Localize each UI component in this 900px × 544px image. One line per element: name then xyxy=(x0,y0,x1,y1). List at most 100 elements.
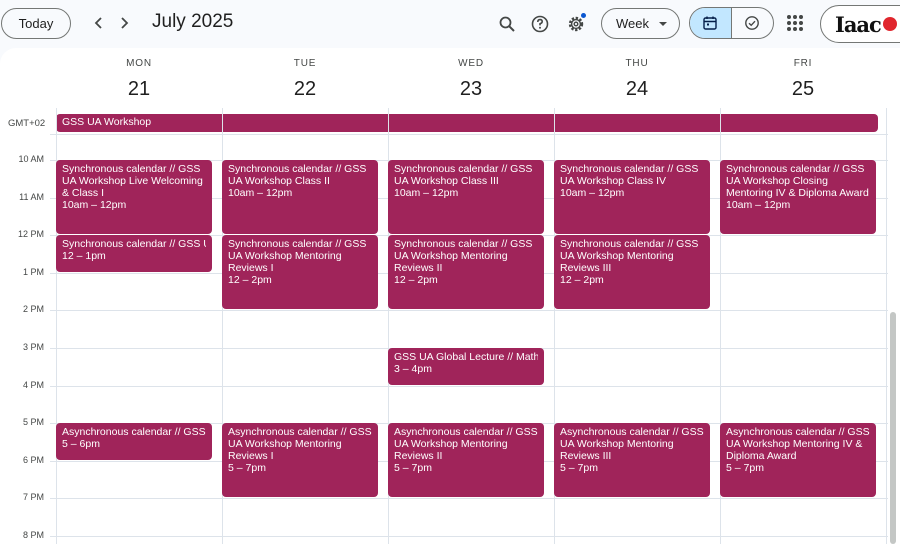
event-time: 10am – 12pm xyxy=(62,199,127,211)
view-select-label: Week xyxy=(616,16,649,31)
hour-label: 12 PM xyxy=(17,229,44,240)
event-time: 12 – 2pm xyxy=(228,274,272,287)
chevron-left-icon[interactable] xyxy=(88,12,110,34)
calendar-event[interactable]: Synchronous calendar // GSS UA Workshop … xyxy=(222,160,378,235)
event-time: 10am – 12pm xyxy=(228,187,293,199)
hour-label: 11 AM xyxy=(19,191,44,202)
event-time: 5 – 7pm xyxy=(560,462,598,475)
calendar-event[interactable]: Synchronous calendar // GSS UA Workshop … xyxy=(720,160,876,235)
calendar-event[interactable]: Asynchronous calendar // GSS UA Workshop… xyxy=(56,423,212,460)
search-icon[interactable] xyxy=(495,12,519,36)
event-time: 5 – 7pm xyxy=(726,462,764,475)
notification-dot xyxy=(581,13,586,18)
calendar-view-button[interactable] xyxy=(690,8,732,38)
calendar-event[interactable]: Asynchronous calendar // GSS UA Workshop… xyxy=(554,423,710,498)
event-time: 5 – 6pm xyxy=(62,438,100,451)
event-title: Synchronous calendar // GSS UA Workshop xyxy=(62,238,206,251)
day-number[interactable]: 25 xyxy=(720,78,886,101)
hour-label: 1 PM xyxy=(22,266,44,277)
brand-dot xyxy=(882,17,897,31)
day-of-week: TUE xyxy=(293,58,317,69)
hour-label: 6 PM xyxy=(22,454,44,465)
calendar-event[interactable]: Asynchronous calendar // GSS UA Workshop… xyxy=(720,423,876,498)
event-title: Synchronous calendar // GSS UA Workshop … xyxy=(228,163,367,187)
hour-gridline xyxy=(50,498,888,500)
event-time: 10am – 12pm xyxy=(560,187,625,199)
hour-label: 8 PM xyxy=(22,530,44,540)
top-toolbar: Today July 2025 Week Iaac xyxy=(0,0,900,48)
hour-label: 4 PM xyxy=(22,379,44,390)
hour-label: 3 PM xyxy=(22,342,44,352)
day-number[interactable]: 22 xyxy=(222,78,388,101)
day-header-fri[interactable]: FRI 25 xyxy=(720,48,886,108)
calendar-event[interactable]: Synchronous calendar // GSS UA Workshop … xyxy=(56,160,212,235)
event-title: Asynchronous calendar // GSS UA Workshop xyxy=(62,426,206,439)
calendar-grid: MON 21 TUE 22 WED 23 THU 24 FRI 25 GMT+02 GSS UA … xyxy=(0,48,900,544)
all-day-divider xyxy=(50,134,888,135)
day-header-thu[interactable]: THU 24 xyxy=(554,48,720,108)
today-button[interactable]: Today xyxy=(1,8,71,39)
event-title: Synchronous calendar // GSS UA Workshop … xyxy=(726,163,869,199)
hour-gridline xyxy=(50,536,888,537)
event-time: 10am – 12pm xyxy=(394,187,459,199)
event-title: Asynchronous calendar // GSS UA Workshop… xyxy=(560,426,704,463)
vertical-scrollbar[interactable] xyxy=(890,312,896,544)
event-title: Asynchronous calendar // GSS UA Workshop… xyxy=(726,426,870,463)
calendar-tasks-toggle xyxy=(689,7,774,39)
view-select[interactable]: Week xyxy=(601,8,680,39)
event-title: Synchronous calendar // GSS UA Workshop … xyxy=(394,238,533,275)
task-check-icon xyxy=(745,16,760,30)
month-title: July 2025 xyxy=(152,11,234,32)
calendar-event[interactable]: Asynchronous calendar // GSS UA Workshop… xyxy=(388,423,544,498)
event-title: Synchronous calendar // GSS UA Workshop … xyxy=(394,163,533,187)
day-column-divider xyxy=(886,108,887,544)
event-time: 12 – 2pm xyxy=(394,274,438,287)
calendar-event[interactable]: Synchronous calendar // GSS UA Workshop … xyxy=(388,160,544,235)
event-title: Asynchronous calendar // GSS UA Workshop… xyxy=(394,426,538,463)
calendar-event[interactable]: Synchronous calendar // GSS UA Workshop … xyxy=(554,160,710,235)
hour-label: 7 PM xyxy=(22,492,44,503)
event-time: 12 – 1pm xyxy=(62,250,106,263)
calendar-event[interactable]: GSS UA Global Lecture // Mathilde3 – 4pm xyxy=(388,348,544,385)
gear-icon[interactable] xyxy=(564,12,588,36)
event-time: 5 – 7pm xyxy=(228,462,266,475)
calendar-event[interactable]: Synchronous calendar // GSS UA Workshop1… xyxy=(56,235,212,272)
hour-label: 5 PM xyxy=(22,417,44,428)
calendar-icon xyxy=(703,16,717,30)
chevron-right-icon[interactable] xyxy=(113,12,135,34)
day-header-mon[interactable]: MON 21 xyxy=(56,48,222,108)
calendar-event[interactable]: Synchronous calendar // GSS UA Workshop … xyxy=(222,235,378,310)
day-header-tue[interactable]: TUE 22 xyxy=(222,48,388,108)
all-day-event[interactable]: GSS UA Workshop xyxy=(56,114,878,132)
event-title: GSS UA Global Lecture // Mathilde xyxy=(394,351,538,363)
help-icon[interactable] xyxy=(528,12,552,36)
account-brand-button[interactable]: Iaac xyxy=(820,5,900,43)
day-number[interactable]: 23 xyxy=(388,78,554,101)
apps-grid-icon[interactable] xyxy=(785,13,805,33)
day-header-wed[interactable]: WED 23 xyxy=(388,48,554,108)
calendar-event[interactable]: Synchronous calendar // GSS UA Workshop … xyxy=(388,235,544,310)
caret-down-icon xyxy=(659,21,667,26)
calendar-event[interactable]: Asynchronous calendar // GSS UA Workshop… xyxy=(222,423,378,498)
event-title: Synchronous calendar // GSS UA Workshop … xyxy=(560,163,699,187)
day-of-week: THU xyxy=(625,58,649,69)
brand-logo: Iaac xyxy=(835,11,882,37)
day-of-week: WED xyxy=(458,58,484,69)
day-number[interactable]: 24 xyxy=(554,78,720,101)
event-time: 5 – 7pm xyxy=(394,462,432,475)
hour-gridline xyxy=(50,385,888,387)
day-of-week: MON xyxy=(126,58,152,69)
tasks-view-button[interactable] xyxy=(732,8,774,38)
event-title: Synchronous calendar // GSS UA Workshop … xyxy=(560,238,699,275)
day-of-week: FRI xyxy=(793,58,813,69)
event-title: Asynchronous calendar // GSS UA Workshop… xyxy=(228,426,372,463)
calendar-event[interactable]: Synchronous calendar // GSS UA Workshop … xyxy=(554,235,710,310)
hour-label: 2 PM xyxy=(22,304,44,315)
day-number[interactable]: 21 xyxy=(56,78,222,101)
event-time: 12 – 2pm xyxy=(560,274,604,287)
event-title: Synchronous calendar // GSS UA Workshop … xyxy=(62,163,203,199)
hour-gridline xyxy=(50,310,888,312)
event-time: 10am – 12pm xyxy=(726,199,791,211)
timezone-label: GMT+02 xyxy=(8,118,46,129)
event-time: 3 – 4pm xyxy=(394,363,432,375)
